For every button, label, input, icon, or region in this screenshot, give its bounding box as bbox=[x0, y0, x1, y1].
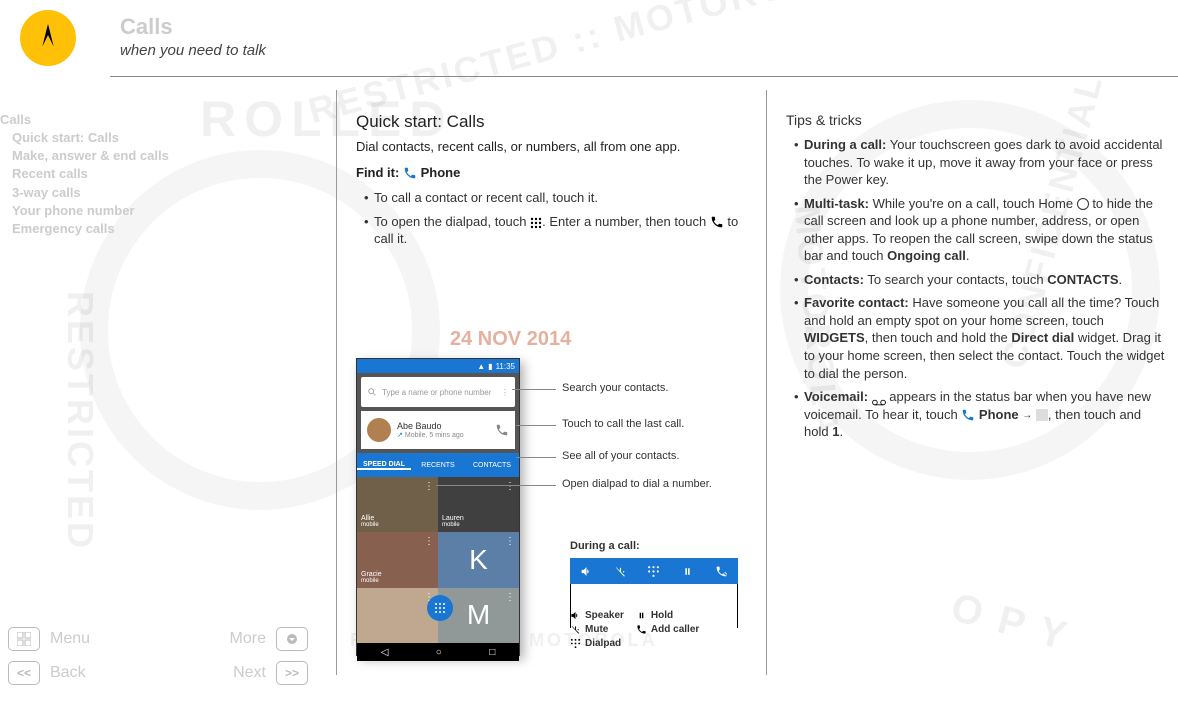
bullet-call-contact: To call a contact or recent call, touch … bbox=[364, 189, 751, 207]
more-label: More bbox=[230, 630, 266, 648]
phone-search-bar[interactable]: Type a name or phone number ⋮ bbox=[361, 377, 515, 407]
toc-link-number[interactable]: Your phone number bbox=[0, 202, 290, 220]
recents-icon[interactable]: □ bbox=[489, 647, 495, 658]
status-bar: ▲▮11:35 bbox=[357, 359, 519, 373]
recent-subtext: Mobile, 5 mins ago bbox=[405, 432, 464, 439]
doc-nav: Menu More << Back Next >> bbox=[8, 627, 308, 695]
mute-icon bbox=[570, 624, 581, 635]
content-column-2: Tips & tricks During a call: Your touchs… bbox=[786, 112, 1166, 447]
speed-dial-tile[interactable]: ⋮ bbox=[357, 588, 438, 643]
page-subtitle: when you need to talk bbox=[120, 42, 266, 59]
toc-link-make-answer[interactable]: Make, answer & end calls bbox=[0, 147, 290, 165]
callout-search: Search your contacts. bbox=[562, 382, 668, 394]
find-it-line: Find it: Phone bbox=[356, 164, 751, 182]
section-heading: Quick start: Calls bbox=[356, 112, 751, 132]
menu-label: Menu bbox=[50, 630, 90, 648]
during-call-title: During a call: bbox=[570, 540, 738, 552]
phone-icon bbox=[710, 215, 724, 229]
phone-nav-bar: ◁ ○ □ bbox=[357, 643, 519, 661]
toc-link-recent[interactable]: Recent calls bbox=[0, 165, 290, 183]
toc-link-emergency[interactable]: Emergency calls bbox=[0, 220, 290, 238]
tips-heading: Tips & tricks bbox=[786, 112, 1166, 128]
add-caller-icon bbox=[715, 565, 728, 578]
callout-dialpad: Open dialpad to dial a number. bbox=[562, 478, 712, 490]
back-label: Back bbox=[50, 664, 86, 682]
speed-dial-tile[interactable]: ⋮Alliemobile bbox=[357, 477, 438, 532]
search-icon bbox=[367, 387, 377, 397]
tab-speed-dial[interactable]: SPEED DIAL bbox=[357, 461, 411, 470]
speaker-icon bbox=[570, 610, 581, 621]
dialpad-icon bbox=[647, 565, 660, 578]
home-icon bbox=[1077, 198, 1089, 210]
during-call-panel: During a call: Speaker Mute Dialpad Hold… bbox=[570, 540, 738, 649]
avatar bbox=[367, 418, 391, 442]
intro-text: Dial contacts, recent calls, or numbers,… bbox=[356, 138, 751, 156]
toc-section-title[interactable]: Calls bbox=[0, 112, 290, 127]
phone-mockup: ▲▮11:35 Type a name or phone number ⋮ Ab… bbox=[356, 358, 520, 656]
voicemail-icon bbox=[872, 393, 886, 403]
speed-dial-tile[interactable]: ⋮Graciemobile bbox=[357, 532, 438, 587]
recent-call-card[interactable]: Abe Baudo ↗Mobile, 5 mins ago bbox=[361, 411, 515, 449]
callout-last-call: Touch to call the last call. bbox=[562, 418, 684, 430]
tip-voicemail: Voicemail: appears in the status bar whe… bbox=[794, 388, 1166, 441]
in-call-toolbar bbox=[570, 558, 738, 584]
next-label: Next bbox=[233, 664, 266, 682]
dialpad-button-placeholder bbox=[1036, 409, 1048, 421]
page-title: Calls bbox=[120, 14, 266, 40]
more-button[interactable] bbox=[276, 627, 308, 651]
speed-dial-tile[interactable]: ⋮K bbox=[438, 532, 519, 587]
overflow-icon[interactable]: ⋮ bbox=[501, 388, 509, 397]
next-button[interactable]: >> bbox=[276, 661, 308, 685]
toc-link-3way[interactable]: 3-way calls bbox=[0, 184, 290, 202]
home-icon[interactable]: ○ bbox=[436, 647, 442, 658]
date-stamp: 24 NOV 2014 bbox=[450, 328, 571, 351]
toc-link-quickstart[interactable]: Quick start: Calls bbox=[0, 129, 290, 147]
back-icon[interactable]: ◁ bbox=[381, 647, 389, 658]
dialpad-icon bbox=[570, 638, 581, 649]
hold-icon bbox=[636, 610, 647, 621]
motorola-logo bbox=[20, 10, 76, 66]
callout-contacts: See all of your contacts. bbox=[562, 450, 679, 462]
phone-icon[interactable] bbox=[495, 423, 509, 437]
dialpad-icon bbox=[530, 216, 542, 228]
tip-contacts: Contacts: To search your contacts, touch… bbox=[794, 271, 1166, 289]
tab-contacts[interactable]: CONTACTS bbox=[465, 462, 519, 469]
bullet-dialpad: To open the dialpad, touch . Enter a num… bbox=[364, 213, 751, 248]
tip-multitask: Multi-task: While you're on a call, touc… bbox=[794, 195, 1166, 265]
tip-during-call: During a call: Your touchscreen goes dar… bbox=[794, 136, 1166, 189]
recent-name: Abe Baudo bbox=[397, 421, 489, 431]
speaker-icon bbox=[580, 565, 593, 578]
toc-sidebar: Calls Quick start: Calls Make, answer & … bbox=[0, 112, 310, 238]
page-header: Calls when you need to talk bbox=[0, 10, 266, 66]
add-caller-icon bbox=[636, 624, 647, 635]
tip-favorite: Favorite contact: Have someone you call … bbox=[794, 294, 1166, 382]
dialpad-fab[interactable] bbox=[427, 595, 453, 621]
phone-icon bbox=[961, 408, 975, 422]
phone-icon bbox=[403, 166, 417, 180]
menu-button[interactable] bbox=[8, 627, 40, 651]
back-button[interactable]: << bbox=[8, 661, 40, 685]
hold-icon bbox=[681, 565, 694, 578]
tab-recents[interactable]: RECENTS bbox=[411, 462, 465, 469]
content-column-1: Quick start: Calls Dial contacts, recent… bbox=[356, 112, 751, 254]
mute-icon bbox=[614, 565, 627, 578]
